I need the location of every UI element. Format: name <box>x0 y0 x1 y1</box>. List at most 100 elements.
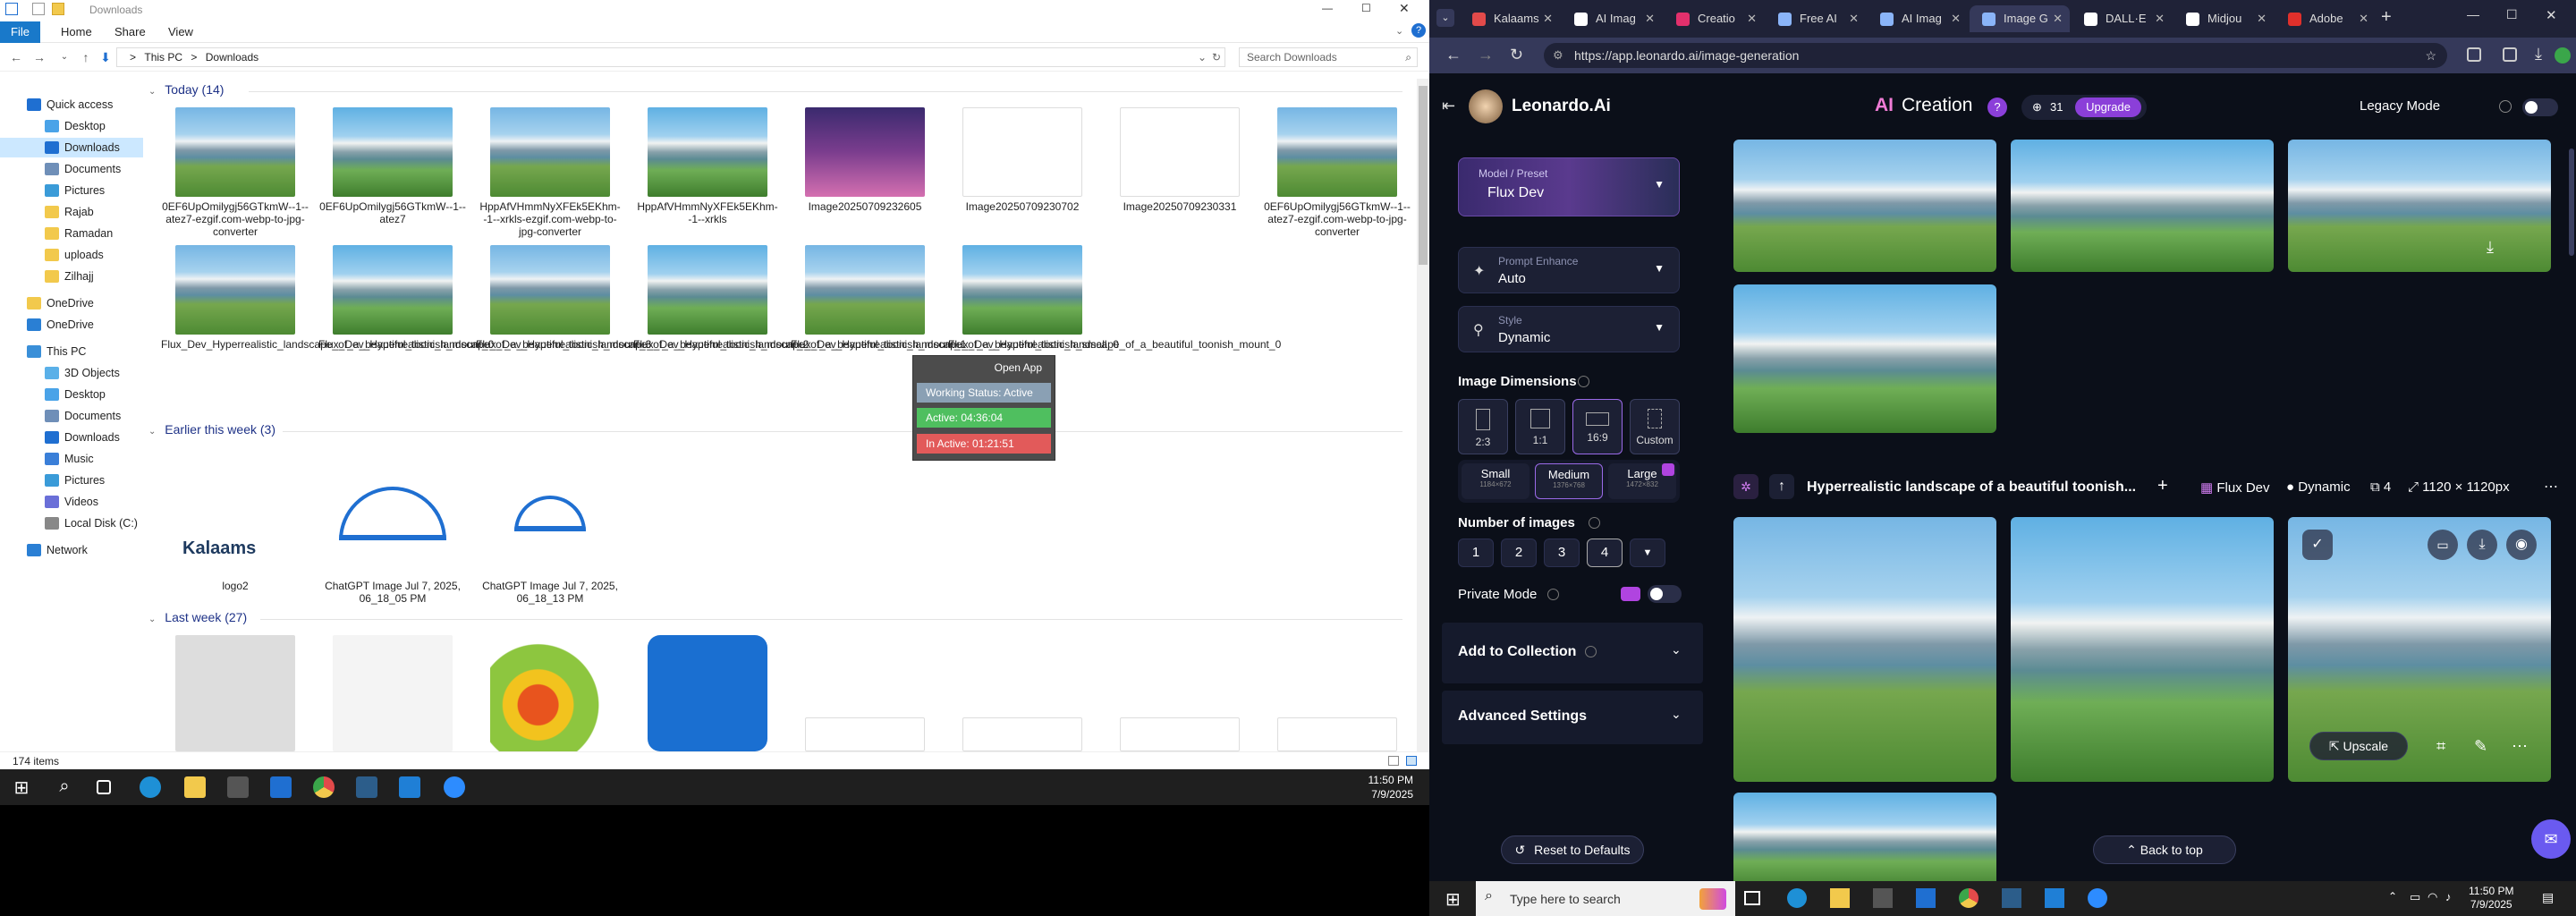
file-tile[interactable] <box>476 635 619 751</box>
extensions-puzzle-icon[interactable] <box>2503 47 2517 62</box>
nav-item[interactable]: Pictures <box>0 471 143 490</box>
generated-image[interactable] <box>1733 517 1996 782</box>
info-icon[interactable] <box>2499 100 2512 113</box>
task-view-icon[interactable] <box>97 780 111 794</box>
bookmark-star-icon[interactable]: ☆ <box>2425 43 2436 68</box>
extension-icon[interactable] <box>2467 47 2481 62</box>
file-tile[interactable]: 0EF6UpOmilygj56GTkmW--1--atez7 <box>318 107 466 255</box>
collapse-icon[interactable]: ⌄ <box>148 615 156 624</box>
feed-scrollbar-thumb[interactable] <box>2569 148 2574 256</box>
search-icon[interactable]: ⌕ <box>54 776 75 798</box>
properties-icon[interactable] <box>32 3 45 15</box>
model-preset-select[interactable]: Model / Preset Flux Dev ▼ <box>1458 157 1680 216</box>
prompt-enhance-select[interactable]: ✦ Prompt Enhance Auto ▼ <box>1458 247 1680 293</box>
file-tile[interactable] <box>1263 635 1406 751</box>
taskbar-search-input[interactable]: ⌕ Type here to search <box>1476 881 1735 916</box>
nav-item[interactable]: Downloads <box>0 138 143 157</box>
upscale-button[interactable]: ⇱ Upscale <box>2309 732 2408 760</box>
generated-image[interactable]: ⤓ <box>2288 140 2551 272</box>
generated-image[interactable] <box>2011 517 2274 782</box>
nav-item[interactable]: Pictures <box>0 181 143 200</box>
file-tile[interactable]: Kalaams logo2 <box>161 449 304 597</box>
num-images-2[interactable]: 2 <box>1501 539 1537 567</box>
store-icon[interactable] <box>227 776 249 798</box>
nav-item[interactable]: Videos <box>0 492 143 512</box>
close-tab-icon[interactable]: ✕ <box>1747 5 1757 32</box>
nav-item[interactable]: Music <box>0 449 143 469</box>
upgrade-button[interactable]: Upgrade <box>2075 98 2141 117</box>
nav-item[interactable]: Quick access <box>0 95 143 114</box>
info-icon[interactable] <box>1547 589 1559 600</box>
edit-icon[interactable]: ✎ <box>2474 737 2487 756</box>
file-tile[interactable]: HppAfVHmmNyXFEk5EKhm--1--xrkls-ezgif.com… <box>476 107 621 255</box>
num-images-1[interactable]: 1 <box>1458 539 1494 567</box>
collapse-sidebar-icon[interactable]: ⇤ <box>1442 97 1455 115</box>
add-icon[interactable]: + <box>2157 476 2168 496</box>
file-tile[interactable] <box>161 635 304 751</box>
start-windows-icon[interactable]: ⊞ <box>11 776 32 798</box>
outlook-icon[interactable] <box>1916 888 1936 908</box>
nav-item[interactable]: This PC <box>0 342 143 361</box>
task-view-icon[interactable] <box>1744 891 1760 905</box>
size-medium[interactable]: Medium 1376×768 <box>1535 463 1603 499</box>
nav-item[interactable]: OneDrive <box>0 293 143 313</box>
app-icon[interactable] <box>356 776 377 798</box>
nav-item[interactable]: Rajab <box>0 202 143 222</box>
ribbon-expand-icon[interactable]: ⌄ <box>1395 25 1403 37</box>
close-button[interactable]: ✕ <box>1399 1 1410 16</box>
minimize-button[interactable]: — <box>1322 2 1333 14</box>
profile-avatar[interactable] <box>2555 47 2571 64</box>
num-images-3[interactable]: 3 <box>1544 539 1580 567</box>
new-folder-icon[interactable] <box>52 3 64 15</box>
close-tab-icon[interactable]: ✕ <box>1951 5 1961 32</box>
browser-tab[interactable]: DALL·E ✕ <box>2072 5 2172 32</box>
maximize-button[interactable]: ☐ <box>2506 7 2518 22</box>
tab-share[interactable]: Share <box>104 23 157 41</box>
start-windows-icon[interactable]: ⊞ <box>1445 888 1461 911</box>
chrome-icon[interactable] <box>313 776 335 798</box>
file-tile[interactable]: Flux_Dev_Hyperrealistic_landscape_of_a_b… <box>633 245 966 393</box>
private-mode-toggle[interactable] <box>1648 585 1682 603</box>
minimize-button[interactable]: — <box>2467 7 2479 21</box>
large-icons-view-icon[interactable] <box>1406 756 1417 766</box>
vscode-icon[interactable] <box>2045 888 2064 908</box>
back-arrow-icon[interactable]: ← <box>9 50 23 64</box>
advanced-settings-section[interactable]: Advanced Settings ⌄ <box>1442 691 1703 744</box>
prompt-text[interactable]: Hyperrealistic landscape of a beautiful … <box>1807 479 2136 496</box>
generated-image-hovered[interactable]: ✓ ▭ ⤓ ◉ ⇱ Upscale ⌗ ✎ ⋯ <box>2288 517 2551 782</box>
nav-item[interactable]: Documents <box>0 159 143 179</box>
generated-image[interactable] <box>1733 793 1996 881</box>
group-today[interactable]: ⌄ Today (14) <box>148 82 1410 100</box>
taskbar-clock[interactable]: 11:50 PM 7/9/2025 <box>1368 773 1413 802</box>
up-arrow-icon[interactable]: ↑ <box>79 50 93 64</box>
file-tile[interactable]: Flux_Dev_Hyperrealistic_landscape_of_a_b… <box>476 245 809 393</box>
view-icon[interactable]: ◉ <box>2506 530 2537 560</box>
refresh-icon[interactable]: ↻ <box>1212 48 1221 66</box>
aspect-1-1[interactable]: 1:1 <box>1515 399 1565 454</box>
nav-item[interactable]: Network <box>0 540 143 560</box>
file-tile[interactable]: ChatGPT Image Jul 7, 2025, 06_18_13 PM <box>476 449 619 605</box>
num-images-more[interactable]: ▼ <box>1630 539 1665 567</box>
file-tile[interactable] <box>633 635 776 751</box>
collapse-icon[interactable]: ⌄ <box>148 427 156 437</box>
forward-arrow-icon[interactable]: → <box>32 50 47 64</box>
tab-search-icon[interactable]: ⌄ <box>1436 9 1454 27</box>
network-icon[interactable]: ▭ <box>2410 890 2420 904</box>
leonardo-logo[interactable] <box>1469 89 1503 123</box>
nav-item[interactable]: Desktop <box>0 116 143 136</box>
add-to-collection-section[interactable]: Add to Collection ⌄ <box>1442 623 1703 683</box>
details-view-icon[interactable] <box>1388 756 1399 766</box>
volume-icon[interactable]: ♪ <box>2445 890 2452 903</box>
reuse-prompt-icon[interactable]: ↑ <box>1769 474 1794 499</box>
help-icon[interactable]: ? <box>1987 98 2007 117</box>
close-tab-icon[interactable]: ✕ <box>1645 5 1655 32</box>
browser-tab[interactable]: Image G ✕ <box>1970 5 2070 32</box>
generated-image[interactable] <box>2011 140 2274 272</box>
file-tile[interactable]: Image20250709230702 <box>948 107 1091 255</box>
recent-locations-icon[interactable]: ⌄ <box>57 50 72 64</box>
app-icon[interactable] <box>2002 888 2021 908</box>
forward-arrow-icon[interactable]: → <box>1478 46 1494 64</box>
download-icon[interactable]: ⤓ <box>2535 45 2542 64</box>
browser-tab[interactable]: AI Imag ✕ <box>1868 5 1968 32</box>
group-earlier-this-week[interactable]: ⌄ Earlier this week (3) <box>148 422 1410 440</box>
